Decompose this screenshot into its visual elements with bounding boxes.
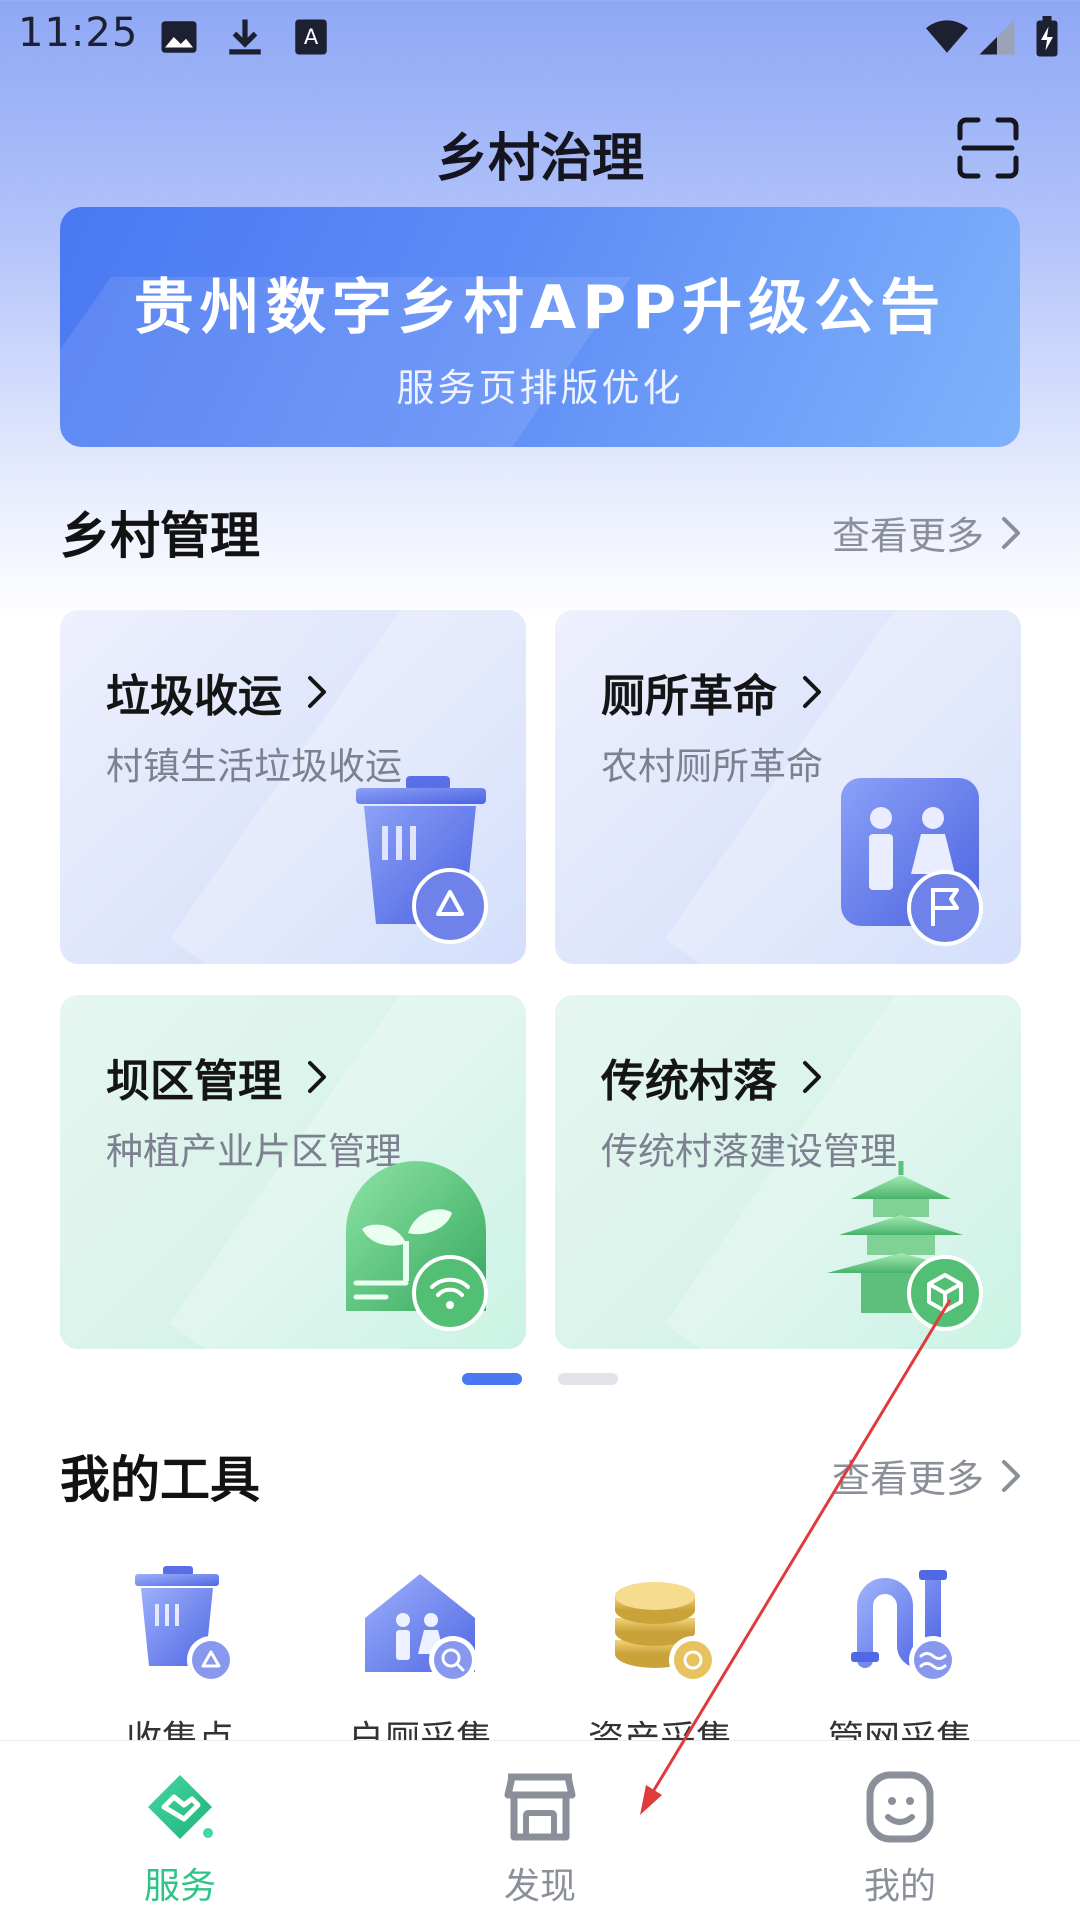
coins-asset-icon — [615, 1582, 717, 1684]
my-tools-more-link[interactable]: 查看更多 — [832, 1448, 1024, 1503]
household-toilet-search-icon — [365, 1574, 477, 1684]
status-time: 11:25 — [18, 10, 139, 56]
card-subtitle: 农村厕所革命 — [601, 745, 823, 788]
wifi-icon — [926, 20, 968, 53]
collection-bin-icon — [135, 1566, 235, 1684]
svg-text:A: A — [304, 25, 319, 49]
section-title-rural-management: 乡村管理 — [60, 507, 260, 565]
chevron-right-icon — [308, 676, 326, 708]
rural-management-more-link[interactable]: 查看更多 — [832, 505, 1024, 560]
status-bar: 11:25 A — [0, 0, 1080, 80]
scan-icon[interactable] — [956, 116, 1020, 180]
tab-service[interactable]: 服务 — [0, 1741, 360, 1920]
sprout-wifi-icon — [346, 1161, 488, 1331]
tool-pipe-network-collection[interactable]: 管网采集 — [780, 1560, 1020, 1760]
banner-subtitle: 服务页排版优化 — [396, 366, 684, 410]
chevron-right-icon — [1002, 1459, 1020, 1492]
banner-title: 贵州数字乡村APP升级公告 — [133, 273, 947, 343]
chevron-right-icon — [308, 1061, 326, 1093]
trash-recycle-icon — [356, 776, 488, 944]
tab-label: 我的 — [863, 1866, 936, 1907]
tool-household-toilet-collection[interactable]: 户厕采集 — [300, 1560, 540, 1760]
pipe-network-icon — [851, 1570, 957, 1684]
download-notification-icon — [229, 19, 261, 55]
page-title: 乡村治理 — [435, 129, 644, 189]
battery-charging-icon — [1036, 16, 1058, 57]
announcement-banner[interactable]: 贵州数字乡村APP升级公告 服务页排版优化 — [60, 207, 1020, 447]
chevron-right-icon — [803, 676, 821, 708]
card-dam-area-management[interactable]: 坝区管理 种植产业片区管理 — [60, 995, 526, 1349]
more-label: 查看更多 — [831, 514, 984, 558]
tool-asset-collection[interactable]: 资产采集 — [540, 1560, 780, 1760]
storefront-icon — [504, 1773, 576, 1841]
pagoda-cube-icon — [827, 1161, 983, 1331]
tool-collection-point[interactable]: 收集点 — [60, 1560, 300, 1760]
font-notification-icon: A — [295, 19, 327, 55]
section-title-my-tools: 我的工具 — [60, 1451, 260, 1509]
page-dot[interactable] — [558, 1373, 618, 1385]
image-notification-icon — [161, 21, 197, 53]
card-title: 坝区管理 — [106, 1056, 282, 1107]
tab-mine[interactable]: 我的 — [720, 1741, 1080, 1920]
chevron-right-icon — [803, 1061, 821, 1093]
tab-label: 服务 — [143, 1866, 216, 1907]
card-title: 厕所革命 — [601, 671, 777, 722]
card-title: 传统村落 — [601, 1056, 777, 1107]
handshake-service-icon — [148, 1775, 213, 1839]
card-title: 垃圾收运 — [106, 671, 282, 722]
card-toilet-revolution[interactable]: 厕所革命 农村厕所革命 — [555, 610, 1021, 964]
tab-discover[interactable]: 发现 — [360, 1741, 720, 1920]
cellular-signal-icon — [979, 19, 1015, 55]
app-header: 乡村治理 — [0, 100, 1080, 200]
page-dot-active — [462, 1373, 522, 1385]
tab-label: 发现 — [503, 1866, 576, 1907]
chevron-right-icon — [1002, 516, 1020, 549]
toilet-flag-icon — [841, 778, 983, 946]
card-garbage-collection[interactable]: 垃圾收运 村镇生活垃圾收运 — [60, 610, 526, 964]
profile-face-icon — [866, 1771, 934, 1843]
bottom-tab-bar: 服务 发现 我的 — [0, 1740, 1080, 1920]
more-label: 查看更多 — [831, 1457, 984, 1501]
page-indicator — [0, 1373, 1080, 1385]
card-traditional-village[interactable]: 传统村落 传统村落建设管理 — [555, 995, 1021, 1349]
